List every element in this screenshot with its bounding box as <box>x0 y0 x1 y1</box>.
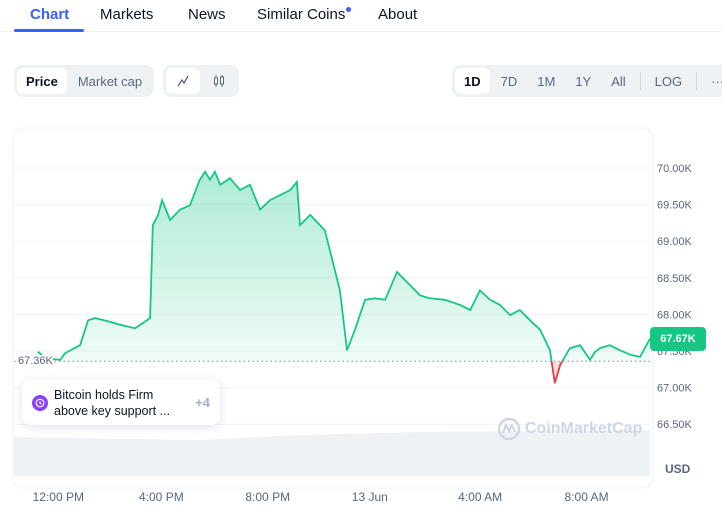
tab-news[interactable]: News <box>188 6 226 23</box>
news-headline: Bitcoin holds Firm above key support ... <box>54 387 171 418</box>
x-tick-label: 8:00 PM <box>245 490 291 504</box>
y-tick-label: 69.00K <box>657 236 693 248</box>
tab-bar: Chart Markets News Similar Coins About <box>0 0 722 32</box>
y-tick-label: 66.50K <box>657 419 693 431</box>
candlestick-button[interactable] <box>202 68 236 94</box>
line-chart-icon <box>177 75 189 87</box>
divider <box>696 72 698 90</box>
market-cap-button[interactable]: Market cap <box>69 68 151 94</box>
x-tick-label: 12:00 PM <box>32 490 84 504</box>
notification-dot <box>346 7 351 12</box>
range-7d[interactable]: 7D <box>492 68 527 94</box>
range-1y[interactable]: 1Y <box>566 68 600 94</box>
currency-label: USD <box>665 462 691 476</box>
baseline-label: 67.36K <box>18 355 53 367</box>
tab-chart[interactable]: Chart <box>30 6 69 23</box>
y-tick-label: 68.50K <box>657 273 693 285</box>
x-tick-label: 4:00 AM <box>458 490 503 504</box>
tab-about[interactable]: About <box>378 6 417 23</box>
x-tick-label: 13 Jun <box>351 490 388 504</box>
clock-history-icon <box>32 394 48 411</box>
y-tick-label: 69.50K <box>657 200 693 212</box>
range-all[interactable]: All <box>602 68 634 94</box>
watermark-text: CoinMarketCap <box>525 420 643 437</box>
range-selector: 1D 7D 1M 1Y All LOG ··· <box>452 65 722 97</box>
current-price-badge: 67.67K <box>650 327 706 351</box>
y-tick-label: 68.00K <box>657 309 693 321</box>
metric-toggle: Price Market cap <box>14 65 155 97</box>
active-tab-indicator <box>14 29 84 32</box>
price-button[interactable]: Price <box>17 68 67 94</box>
range-1m[interactable]: 1M <box>528 68 564 94</box>
news-card[interactable]: Bitcoin holds Firm above key support ...… <box>22 380 220 425</box>
line-chart-button[interactable] <box>166 68 200 94</box>
divider <box>639 72 641 90</box>
coinmarketcap-logo-icon <box>497 417 521 441</box>
tab-markets[interactable]: Markets <box>100 6 153 23</box>
log-button[interactable]: LOG <box>646 68 691 94</box>
y-tick-label: 67.00K <box>657 383 693 395</box>
range-1d[interactable]: 1D <box>455 68 490 94</box>
more-button[interactable]: ··· <box>702 68 722 94</box>
y-tick-label: 70.00K <box>657 163 693 175</box>
x-tick-label: 4:00 PM <box>139 490 184 504</box>
candlestick-icon <box>214 75 224 87</box>
x-tick-label: 8:00 AM <box>564 490 609 504</box>
news-more-count: +4 <box>195 395 210 410</box>
tab-similar-coins[interactable]: Similar Coins <box>257 6 345 23</box>
chart-type-toggle <box>163 65 239 97</box>
coinmarketcap-watermark: CoinMarketCap <box>497 417 642 441</box>
